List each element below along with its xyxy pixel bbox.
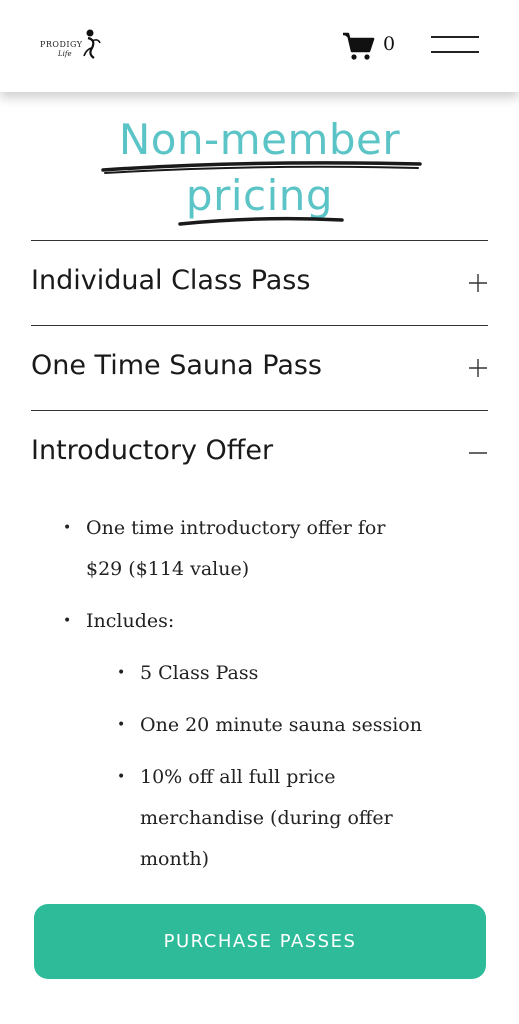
list-item: • One time introductory offer for $29 ($… bbox=[60, 508, 480, 590]
list-item: • Includes: bbox=[60, 601, 480, 642]
bullet: • bbox=[63, 520, 72, 536]
cart-count[interactable]: 0 bbox=[383, 33, 395, 55]
runner-figure-icon bbox=[83, 29, 101, 59]
menu-line-icon bbox=[431, 51, 479, 53]
offer-text: Includes: bbox=[86, 610, 175, 632]
offer-text: merchandise (during offer bbox=[140, 807, 393, 829]
title-line-2: pricing bbox=[185, 171, 334, 220]
plus-icon bbox=[469, 274, 487, 292]
offer-details: • One time introductory offer for $29 ($… bbox=[60, 508, 480, 880]
offer-text: $29 ($114 value) bbox=[86, 558, 250, 580]
accordion-label: One Time Sauna Pass bbox=[31, 350, 323, 381]
sub-list-item: • 10% off all full price merchandise (du… bbox=[114, 757, 480, 880]
hamburger-menu-button[interactable] bbox=[431, 34, 479, 56]
logo-subtext: Life bbox=[58, 50, 72, 58]
accordion-item-individual-class-pass[interactable]: Individual Class Pass bbox=[31, 241, 488, 325]
prodigy-logo[interactable]: PRODIGY Life bbox=[40, 28, 102, 62]
page: PRODIGY Life 0 Non-member pricing Indivi… bbox=[0, 0, 519, 1024]
accordion-label: Individual Class Pass bbox=[31, 265, 311, 296]
plus-icon bbox=[469, 359, 487, 377]
bullet: • bbox=[117, 665, 126, 681]
offer-text: One 20 minute sauna session bbox=[140, 714, 422, 736]
bullet: • bbox=[117, 717, 126, 733]
cart-icon[interactable] bbox=[341, 30, 377, 62]
accordion-item-introductory-offer[interactable]: Introductory Offer bbox=[31, 411, 488, 495]
pricing-title: Non-member pricing bbox=[0, 112, 519, 224]
bullet: • bbox=[63, 613, 72, 629]
offer-text: 10% off all full price bbox=[140, 766, 336, 788]
bullet: • bbox=[117, 769, 126, 785]
logo-text: PRODIGY bbox=[40, 40, 83, 49]
offer-text: month) bbox=[140, 848, 209, 870]
offer-text: One time introductory offer for bbox=[86, 517, 386, 539]
minus-icon bbox=[469, 452, 487, 454]
title-line-1: Non-member bbox=[118, 115, 401, 164]
offer-text: 5 Class Pass bbox=[140, 662, 259, 684]
sub-list-item: • One 20 minute sauna session bbox=[114, 705, 480, 746]
site-header: PRODIGY Life 0 bbox=[0, 0, 519, 92]
accordion-label: Introductory Offer bbox=[31, 435, 274, 466]
purchase-passes-button[interactable]: PURCHASE PASSES bbox=[34, 904, 486, 979]
menu-line-icon bbox=[431, 36, 479, 38]
accordion-item-one-time-sauna-pass[interactable]: One Time Sauna Pass bbox=[31, 326, 488, 410]
sub-list-item: • 5 Class Pass bbox=[114, 653, 480, 694]
